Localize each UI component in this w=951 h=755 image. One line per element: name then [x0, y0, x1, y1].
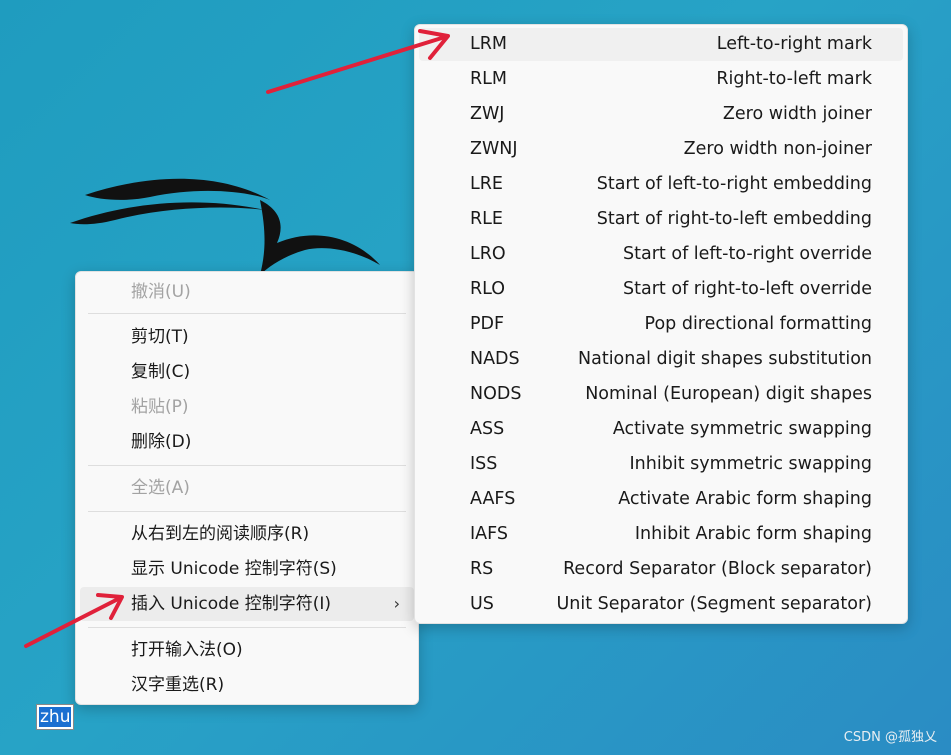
- menu-item-reconvert[interactable]: 汉字重选(R): [80, 668, 414, 702]
- watermark: CSDN @孤独乂: [843, 730, 937, 745]
- menu-item-label: 汉字重选(R): [131, 675, 225, 695]
- annotation-arrow-bottom: [24, 593, 124, 648]
- chevron-right-icon: ›: [393, 594, 400, 613]
- menu-item-open-ime[interactable]: 打开输入法(O): [80, 633, 414, 667]
- submenu-item-description: Activate symmetric swapping: [612, 419, 872, 439]
- submenu-item-code: LRM: [470, 34, 508, 54]
- menu-item-show-unicode-control[interactable]: 显示 Unicode 控制字符(S): [80, 552, 414, 586]
- submenu-item-code: RLO: [470, 279, 506, 299]
- submenu-item-code: ASS: [470, 419, 505, 439]
- annotation-arrow-top: [266, 29, 450, 94]
- menu-item-undo[interactable]: 撤消(U): [80, 275, 414, 309]
- submenu-item-code: LRE: [470, 174, 503, 194]
- menu-separator: [88, 465, 406, 466]
- ime-composition-box[interactable]: zhu: [36, 704, 75, 730]
- submenu-item-ass[interactable]: ASS Activate symmetric swapping: [419, 413, 903, 446]
- submenu-item-rlm[interactable]: RLM Right-to-left mark: [419, 63, 903, 96]
- menu-item-label: 显示 Unicode 控制字符(S): [131, 559, 337, 579]
- menu-item-select-all[interactable]: 全选(A): [80, 471, 414, 505]
- submenu-item-code: RS: [470, 559, 494, 579]
- submenu-item-description: Inhibit Arabic form shaping: [634, 524, 872, 544]
- submenu-item-description: Start of right-to-left embedding: [596, 209, 872, 229]
- submenu-item-code: NADS: [470, 349, 520, 369]
- submenu-item-description: Activate Arabic form shaping: [618, 489, 872, 509]
- menu-item-label: 打开输入法(O): [131, 640, 243, 660]
- submenu-item-description: Left-to-right mark: [716, 34, 872, 54]
- submenu-item-lre[interactable]: LRE Start of left-to-right embedding: [419, 168, 903, 201]
- submenu-item-description: Inhibit symmetric swapping: [629, 454, 872, 474]
- submenu-item-description: National digit shapes substitution: [578, 349, 872, 369]
- menu-separator: [88, 313, 406, 314]
- submenu-item-iafs[interactable]: IAFS Inhibit Arabic form shaping: [419, 518, 903, 551]
- submenu-item-description: Zero width non-joiner: [683, 139, 872, 159]
- menu-item-delete[interactable]: 删除(D): [80, 425, 414, 459]
- menu-item-label: 从右到左的阅读顺序(R): [131, 524, 310, 544]
- menu-separator: [88, 511, 406, 512]
- submenu-item-us[interactable]: US Unit Separator (Segment separator): [419, 588, 903, 621]
- submenu-item-description: Start of left-to-right embedding: [596, 174, 872, 194]
- submenu-item-code: ZWJ: [470, 104, 505, 124]
- submenu-item-description: Zero width joiner: [722, 104, 872, 124]
- menu-separator: [88, 627, 406, 628]
- submenu-item-code: ZWNJ: [470, 139, 518, 159]
- unicode-control-submenu: LRM Left-to-right mark RLM Right-to-left m…: [414, 24, 908, 624]
- submenu-item-description: Right-to-left mark: [716, 69, 872, 89]
- menu-item-label: 粘贴(P): [131, 397, 189, 417]
- menu-item-copy[interactable]: 复制(C): [80, 355, 414, 389]
- submenu-item-description: Unit Separator (Segment separator): [556, 594, 872, 614]
- submenu-item-lrm[interactable]: LRM Left-to-right mark: [419, 28, 903, 61]
- menu-item-rtl-reading-order[interactable]: 从右到左的阅读顺序(R): [80, 517, 414, 551]
- menu-item-label: 撤消(U): [131, 282, 191, 302]
- submenu-item-aafs[interactable]: AAFS Activate Arabic form shaping: [419, 483, 903, 516]
- submenu-item-rlo[interactable]: RLO Start of right-to-left override: [419, 273, 903, 306]
- menu-item-insert-unicode-control[interactable]: 插入 Unicode 控制字符(I) ›: [80, 587, 414, 621]
- submenu-item-description: Start of right-to-left override: [623, 279, 872, 299]
- submenu-item-zwj[interactable]: ZWJ Zero width joiner: [419, 98, 903, 131]
- submenu-item-code: IAFS: [470, 524, 508, 544]
- menu-item-cut[interactable]: 剪切(T): [80, 320, 414, 354]
- submenu-item-description: Record Separator (Block separator): [563, 559, 872, 579]
- submenu-item-code: RLE: [470, 209, 503, 229]
- menu-item-label: 复制(C): [131, 362, 191, 382]
- submenu-item-zwnj[interactable]: ZWNJ Zero width non-joiner: [419, 133, 903, 166]
- submenu-item-code: PDF: [470, 314, 505, 334]
- submenu-item-code: RLM: [470, 69, 508, 89]
- submenu-item-code: US: [470, 594, 494, 614]
- ime-composition-text: zhu: [39, 707, 72, 727]
- submenu-item-description: Start of left-to-right override: [623, 244, 872, 264]
- submenu-item-code: LRO: [470, 244, 506, 264]
- menu-item-label: 全选(A): [131, 478, 190, 498]
- submenu-item-description: Nominal (European) digit shapes: [585, 384, 872, 404]
- submenu-item-rs[interactable]: RS Record Separator (Block separator): [419, 553, 903, 586]
- submenu-item-lro[interactable]: LRO Start of left-to-right override: [419, 238, 903, 271]
- submenu-item-iss[interactable]: ISS Inhibit symmetric swapping: [419, 448, 903, 481]
- submenu-item-nads[interactable]: NADS National digit shapes substitution: [419, 343, 903, 376]
- menu-item-label: 删除(D): [131, 432, 192, 452]
- menu-item-label: 剪切(T): [131, 327, 189, 347]
- submenu-item-code: ISS: [470, 454, 498, 474]
- menu-item-label: 插入 Unicode 控制字符(I): [131, 594, 332, 614]
- submenu-item-nods[interactable]: NODS Nominal (European) digit shapes: [419, 378, 903, 411]
- submenu-item-code: NODS: [470, 384, 522, 404]
- submenu-item-pdf[interactable]: PDF Pop directional formatting: [419, 308, 903, 341]
- submenu-item-code: AAFS: [470, 489, 516, 509]
- submenu-item-rle[interactable]: RLE Start of right-to-left embedding: [419, 203, 903, 236]
- menu-item-paste[interactable]: 粘贴(P): [80, 390, 414, 424]
- submenu-item-description: Pop directional formatting: [644, 314, 872, 334]
